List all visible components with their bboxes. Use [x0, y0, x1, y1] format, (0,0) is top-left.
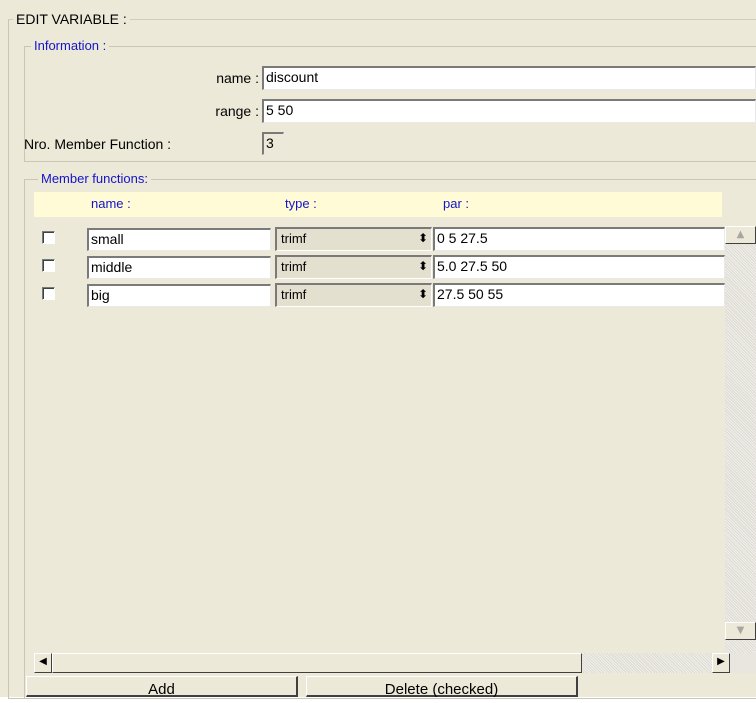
- scroll-up-icon[interactable]: ▲: [725, 226, 756, 244]
- horizontal-scroll-thumb[interactable]: [52, 653, 582, 673]
- name-label: name :: [216, 70, 259, 86]
- delete-checked-button[interactable]: Delete (checked): [306, 676, 578, 698]
- spinner-icon[interactable]: ⬍: [418, 287, 428, 301]
- row-checkbox[interactable]: [42, 259, 55, 272]
- spinner-icon[interactable]: ⬍: [418, 259, 428, 273]
- range-label: range :: [215, 103, 259, 119]
- nro-member-function-label: Nro. Member Function :: [24, 136, 172, 152]
- column-header-type: type :: [285, 196, 317, 211]
- row-type-spinner[interactable]: trimf ⬍: [275, 227, 432, 251]
- column-header-name: name :: [91, 196, 131, 211]
- row-par-field[interactable]: 0 5 27.5: [433, 227, 725, 251]
- table-header: name : type : par :: [34, 192, 722, 217]
- row-par-field[interactable]: 27.5 50 55: [433, 283, 725, 307]
- nro-member-function-field: 3: [262, 132, 284, 155]
- add-button[interactable]: Add: [26, 676, 298, 698]
- horizontal-scrollbar[interactable]: ◀ ▶: [34, 653, 756, 673]
- scroll-right-icon[interactable]: ▶: [712, 653, 730, 673]
- scroll-left-icon[interactable]: ◀: [34, 653, 52, 673]
- row-type-spinner[interactable]: trimf ⬍: [275, 283, 432, 307]
- row-name-field[interactable]: big: [87, 284, 271, 307]
- spinner-icon[interactable]: ⬍: [418, 231, 428, 245]
- edit-variable-title: EDIT VARIABLE :: [13, 11, 130, 27]
- horizontal-scroll-track[interactable]: [582, 653, 730, 673]
- row-checkbox[interactable]: [42, 231, 55, 244]
- row-par-field[interactable]: 5.0 27.5 50: [433, 255, 725, 279]
- member-functions-legend: Member functions:: [38, 171, 151, 187]
- row-type-value: trimf: [281, 231, 307, 246]
- information-legend: Information :: [31, 38, 110, 54]
- scroll-down-icon[interactable]: ▼: [725, 622, 756, 640]
- row-type-spinner[interactable]: trimf ⬍: [275, 255, 432, 279]
- row-name-field[interactable]: middle: [87, 256, 271, 279]
- edit-variable-panel: EDIT VARIABLE : Information : name : dis…: [0, 0, 756, 699]
- row-type-value: trimf: [281, 259, 307, 274]
- vertical-scrollbar[interactable]: ▲ ▼: [725, 226, 756, 656]
- range-field[interactable]: 5 50: [262, 99, 756, 123]
- row-type-value: trimf: [281, 287, 307, 302]
- row-name-field[interactable]: small: [87, 228, 271, 251]
- row-checkbox[interactable]: [42, 287, 55, 300]
- variable-name-field[interactable]: discount: [262, 66, 756, 90]
- column-header-par: par :: [443, 196, 470, 211]
